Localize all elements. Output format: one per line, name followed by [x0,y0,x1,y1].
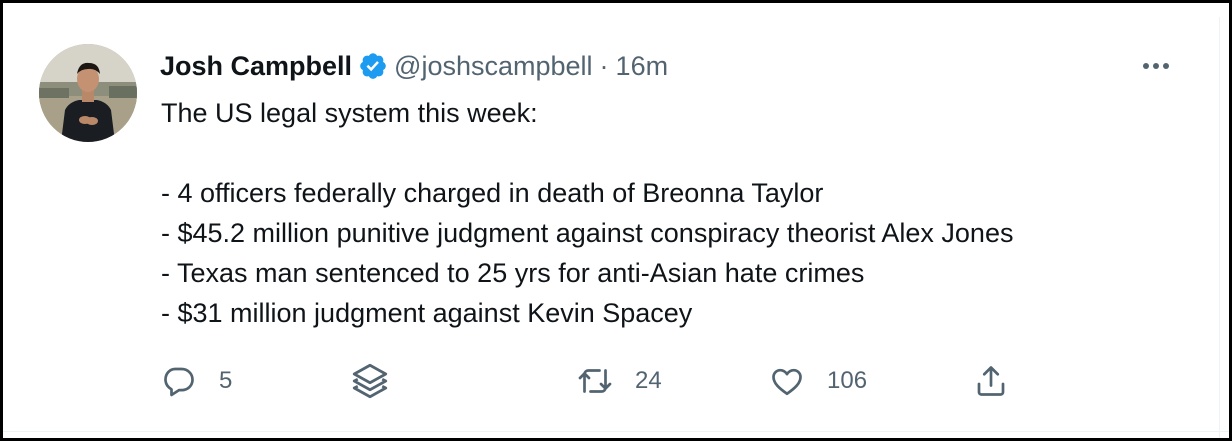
share-button[interactable] [973,361,1009,401]
retweet-count: 24 [635,367,662,394]
avatar[interactable] [39,44,137,142]
tweet-text-line [161,133,1181,173]
more-options-button[interactable] [1135,51,1177,81]
reply-count: 5 [219,367,233,394]
author-name[interactable]: Josh Campbell [160,51,352,82]
avatar-photo [39,44,137,142]
like-count: 106 [827,367,868,394]
like-button[interactable]: 106 [769,361,867,401]
tweet-text-line: - $31 million judgment against Kevin Spa… [161,298,693,328]
verified-badge-icon [358,51,388,81]
retweet-icon [578,369,612,393]
layers-icon [352,363,388,399]
share-icon [977,366,1005,396]
tweet-text-line: - 4 officers federally charged in death … [161,178,824,208]
more-horizontal-icon [1143,63,1169,69]
reply-icon [164,367,194,397]
tweet-text-line: The US legal system this week: [161,98,538,128]
author-handle[interactable]: @joshscampbell [394,51,593,82]
heart-icon [772,368,802,396]
tweet-action-bar: 5 24 106 [3,361,1229,401]
tweet-header: Josh Campbell @joshscampbell · 16m [160,47,668,85]
tweet-card: Josh Campbell @joshscampbell · 16m The U… [0,0,1232,441]
tweet-text: The US legal system this week: - 4 offic… [161,93,1181,333]
card-divider-bottom [3,431,1229,432]
header-separator: · [599,50,609,81]
tweet-text-line: - $45.2 million punitive judgment agains… [161,218,1014,248]
reply-button[interactable]: 5 [161,361,232,401]
retweet-button[interactable]: 24 [575,361,662,401]
layers-button[interactable] [349,361,391,401]
tweet-text-line: - Texas man sentenced to 25 yrs for anti… [161,258,865,288]
tweet-timestamp[interactable]: 16m [616,51,669,82]
